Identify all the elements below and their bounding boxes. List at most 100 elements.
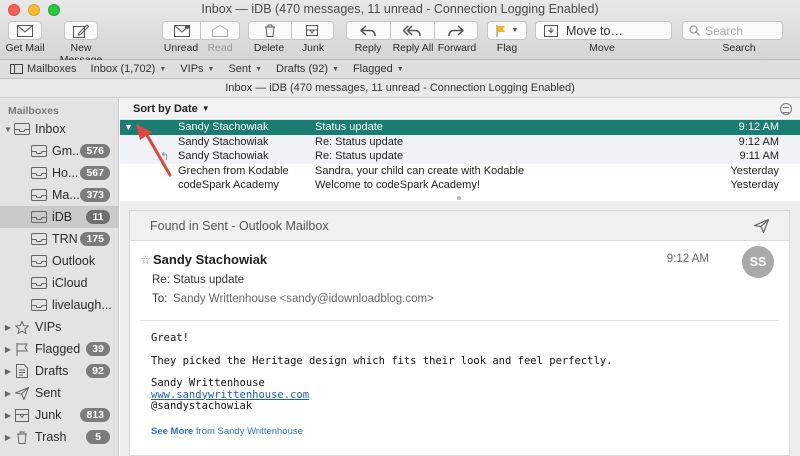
unread-count-badge: 5: [86, 430, 110, 444]
fav-vips-label: VIPs: [180, 63, 204, 75]
chevron-down-icon: ▼: [159, 65, 167, 73]
sidebar-item-outlook[interactable]: Outlook: [0, 250, 118, 272]
thread-disclosure-icon[interactable]: ▼: [124, 122, 133, 132]
fav-flagged-label: Flagged: [352, 63, 393, 75]
message-header: ☆ Sandy Stachowiak Re: Status update To:…: [140, 241, 779, 321]
sidebar-item-icloud[interactable]: iCloud: [0, 272, 118, 294]
get-mail-button[interactable]: [8, 21, 42, 40]
inbox-icon: [30, 232, 48, 246]
message-row[interactable]: codeSpark Academy Welcome to codeSpark A…: [120, 178, 800, 193]
see-more-link[interactable]: See More from Sandy Writtenhouse: [130, 426, 789, 437]
disclosure-closed-icon[interactable]: ▶: [3, 345, 13, 354]
disclosure-closed-icon[interactable]: ▶: [3, 367, 13, 376]
message-date: Yesterday: [730, 164, 779, 177]
fav-flagged[interactable]: Flagged ▼: [346, 60, 411, 79]
body-line: Great!: [151, 332, 189, 344]
paper-plane-icon: [13, 386, 31, 400]
fav-sent[interactable]: Sent ▼: [221, 60, 269, 79]
star-icon: [13, 320, 31, 334]
message-subject: Status update: [315, 121, 383, 134]
message-row[interactable]: ↰ Sandy Stachowiak Re: Status update 9:1…: [120, 149, 800, 164]
forward-icon[interactable]: [447, 24, 464, 37]
delete-label: Delete: [253, 42, 285, 54]
chevron-down-icon: ▼: [511, 27, 519, 34]
sender-name[interactable]: Sandy Stachowiak: [153, 252, 267, 267]
move-tray-icon: [544, 24, 558, 37]
message-date: 9:12 AM: [738, 121, 779, 134]
unread-count-badge: 92: [86, 364, 110, 378]
sidebar-item-idb[interactable]: iDB 11: [0, 206, 118, 228]
reply-all-icon[interactable]: [402, 24, 421, 37]
sidebar-item-livelaugh[interactable]: livelaugh...: [0, 294, 118, 316]
message-row[interactable]: Grechen from Kodable Sandra, your child …: [120, 164, 800, 179]
message-body: Great! They picked the Heritage design w…: [130, 321, 789, 413]
sidebar-item-drafts[interactable]: ▶ Drafts 92: [0, 360, 118, 382]
message-card: Found in Sent - Outlook Mailbox ☆ Sandy …: [129, 210, 790, 456]
sidebar-item-trash[interactable]: ▶ Trash 5: [0, 426, 118, 448]
move-to-label: Move to…: [566, 23, 623, 38]
sidebar-item-inbox[interactable]: ▼ Inbox: [0, 118, 118, 140]
sidebar-item-flagged[interactable]: ▶ Flagged 39: [0, 338, 118, 360]
fav-inbox[interactable]: Inbox (1,702) ▼: [84, 60, 174, 79]
message-from: Sandy Stachowiak: [178, 121, 269, 134]
replied-icon: ↰: [160, 150, 170, 163]
sidebar-item-trn[interactable]: TRN 175: [0, 228, 118, 250]
disclosure-open-icon[interactable]: ▼: [3, 125, 13, 134]
read-envelope-icon[interactable]: [212, 24, 228, 37]
sidebar-item-label: VIPs: [35, 320, 62, 334]
unread-count-badge: 813: [80, 408, 110, 422]
message-from: Sandy Stachowiak: [178, 135, 269, 148]
sidebar-item-label: Sent: [35, 386, 61, 400]
see-more-label: See More: [151, 425, 194, 437]
reply-icon[interactable]: [360, 24, 377, 37]
fav-drafts[interactable]: Drafts (92) ▼: [269, 60, 346, 79]
sidebar-item-label: Drafts: [35, 364, 69, 378]
sidebar-item-label: iCloud: [52, 276, 88, 290]
pane-resize-handle[interactable]: [457, 196, 461, 200]
flag-button[interactable]: ▼: [487, 21, 527, 40]
search-field[interactable]: Search: [682, 21, 783, 40]
unread-envelope-icon[interactable]: [174, 24, 190, 37]
sort-by-date-button[interactable]: Sort by Date: [133, 103, 198, 115]
unread-label: Unread: [163, 42, 199, 54]
sidebar-item-mail[interactable]: Ma... 373: [0, 184, 118, 206]
sidebar-item-vips[interactable]: ▶ VIPs: [0, 316, 118, 338]
chevron-down-icon: ▼: [332, 65, 339, 73]
disclosure-closed-icon[interactable]: ▶: [3, 323, 13, 332]
fav-mailboxes[interactable]: Mailboxes: [0, 60, 84, 79]
star-icon[interactable]: ☆: [140, 253, 151, 267]
sidebar-item-junk[interactable]: ▶ Junk 813: [0, 404, 118, 426]
fav-vips[interactable]: VIPs ▼: [173, 60, 221, 79]
favorites-bar: Mailboxes Inbox (1,702) ▼ VIPs ▼ Sent ▼ Dra…: [0, 60, 800, 79]
disclosure-closed-icon[interactable]: ▶: [3, 389, 13, 398]
signature-link[interactable]: www.sandywrittenhouse.com: [151, 389, 309, 401]
recipient-address[interactable]: Sandy Writtenhouse <sandy@idownloadblog.…: [173, 293, 434, 305]
disclosure-closed-icon[interactable]: ▶: [3, 411, 13, 420]
flag-label: Flag: [496, 42, 518, 54]
window-toolbar: Inbox — iDB (470 messages, 11 unread - C…: [0, 0, 800, 66]
to-label: To:: [152, 293, 168, 305]
message-date: 9:11 AM: [739, 150, 779, 163]
fav-mailboxes-label: Mailboxes: [27, 63, 77, 75]
junk-icon[interactable]: [305, 24, 319, 37]
sidebar-item-label: livelaugh...: [52, 298, 112, 312]
sidebar-item-sent[interactable]: ▶ Sent: [0, 382, 118, 404]
sidebar-item-hotmail[interactable]: Ho... 567: [0, 162, 118, 184]
move-to-button[interactable]: Move to…: [535, 21, 672, 40]
message-row[interactable]: Sandy Stachowiak Re: Status update 9:12 …: [120, 134, 800, 149]
move-label: Move: [589, 42, 615, 54]
flag-icon: [13, 342, 31, 356]
trash-icon[interactable]: [264, 24, 276, 37]
search-placeholder: Search: [705, 23, 744, 38]
paper-plane-icon[interactable]: [754, 219, 769, 233]
sidebar-item-gmail[interactable]: Gm... 576: [0, 140, 118, 162]
new-message-button[interactable]: [64, 21, 98, 40]
disclosure-closed-icon[interactable]: ▶: [3, 433, 13, 442]
reply-label: Reply: [354, 42, 382, 54]
message-row[interactable]: ▼ Sandy Stachowiak Status update 9:12 AM: [120, 120, 800, 135]
inbox-icon: [30, 276, 48, 290]
inbox-icon: [30, 210, 48, 224]
message-subject: Re: Status update: [152, 274, 245, 286]
filter-icon[interactable]: [780, 103, 792, 115]
sidebar-item-label: iDB: [52, 210, 73, 224]
